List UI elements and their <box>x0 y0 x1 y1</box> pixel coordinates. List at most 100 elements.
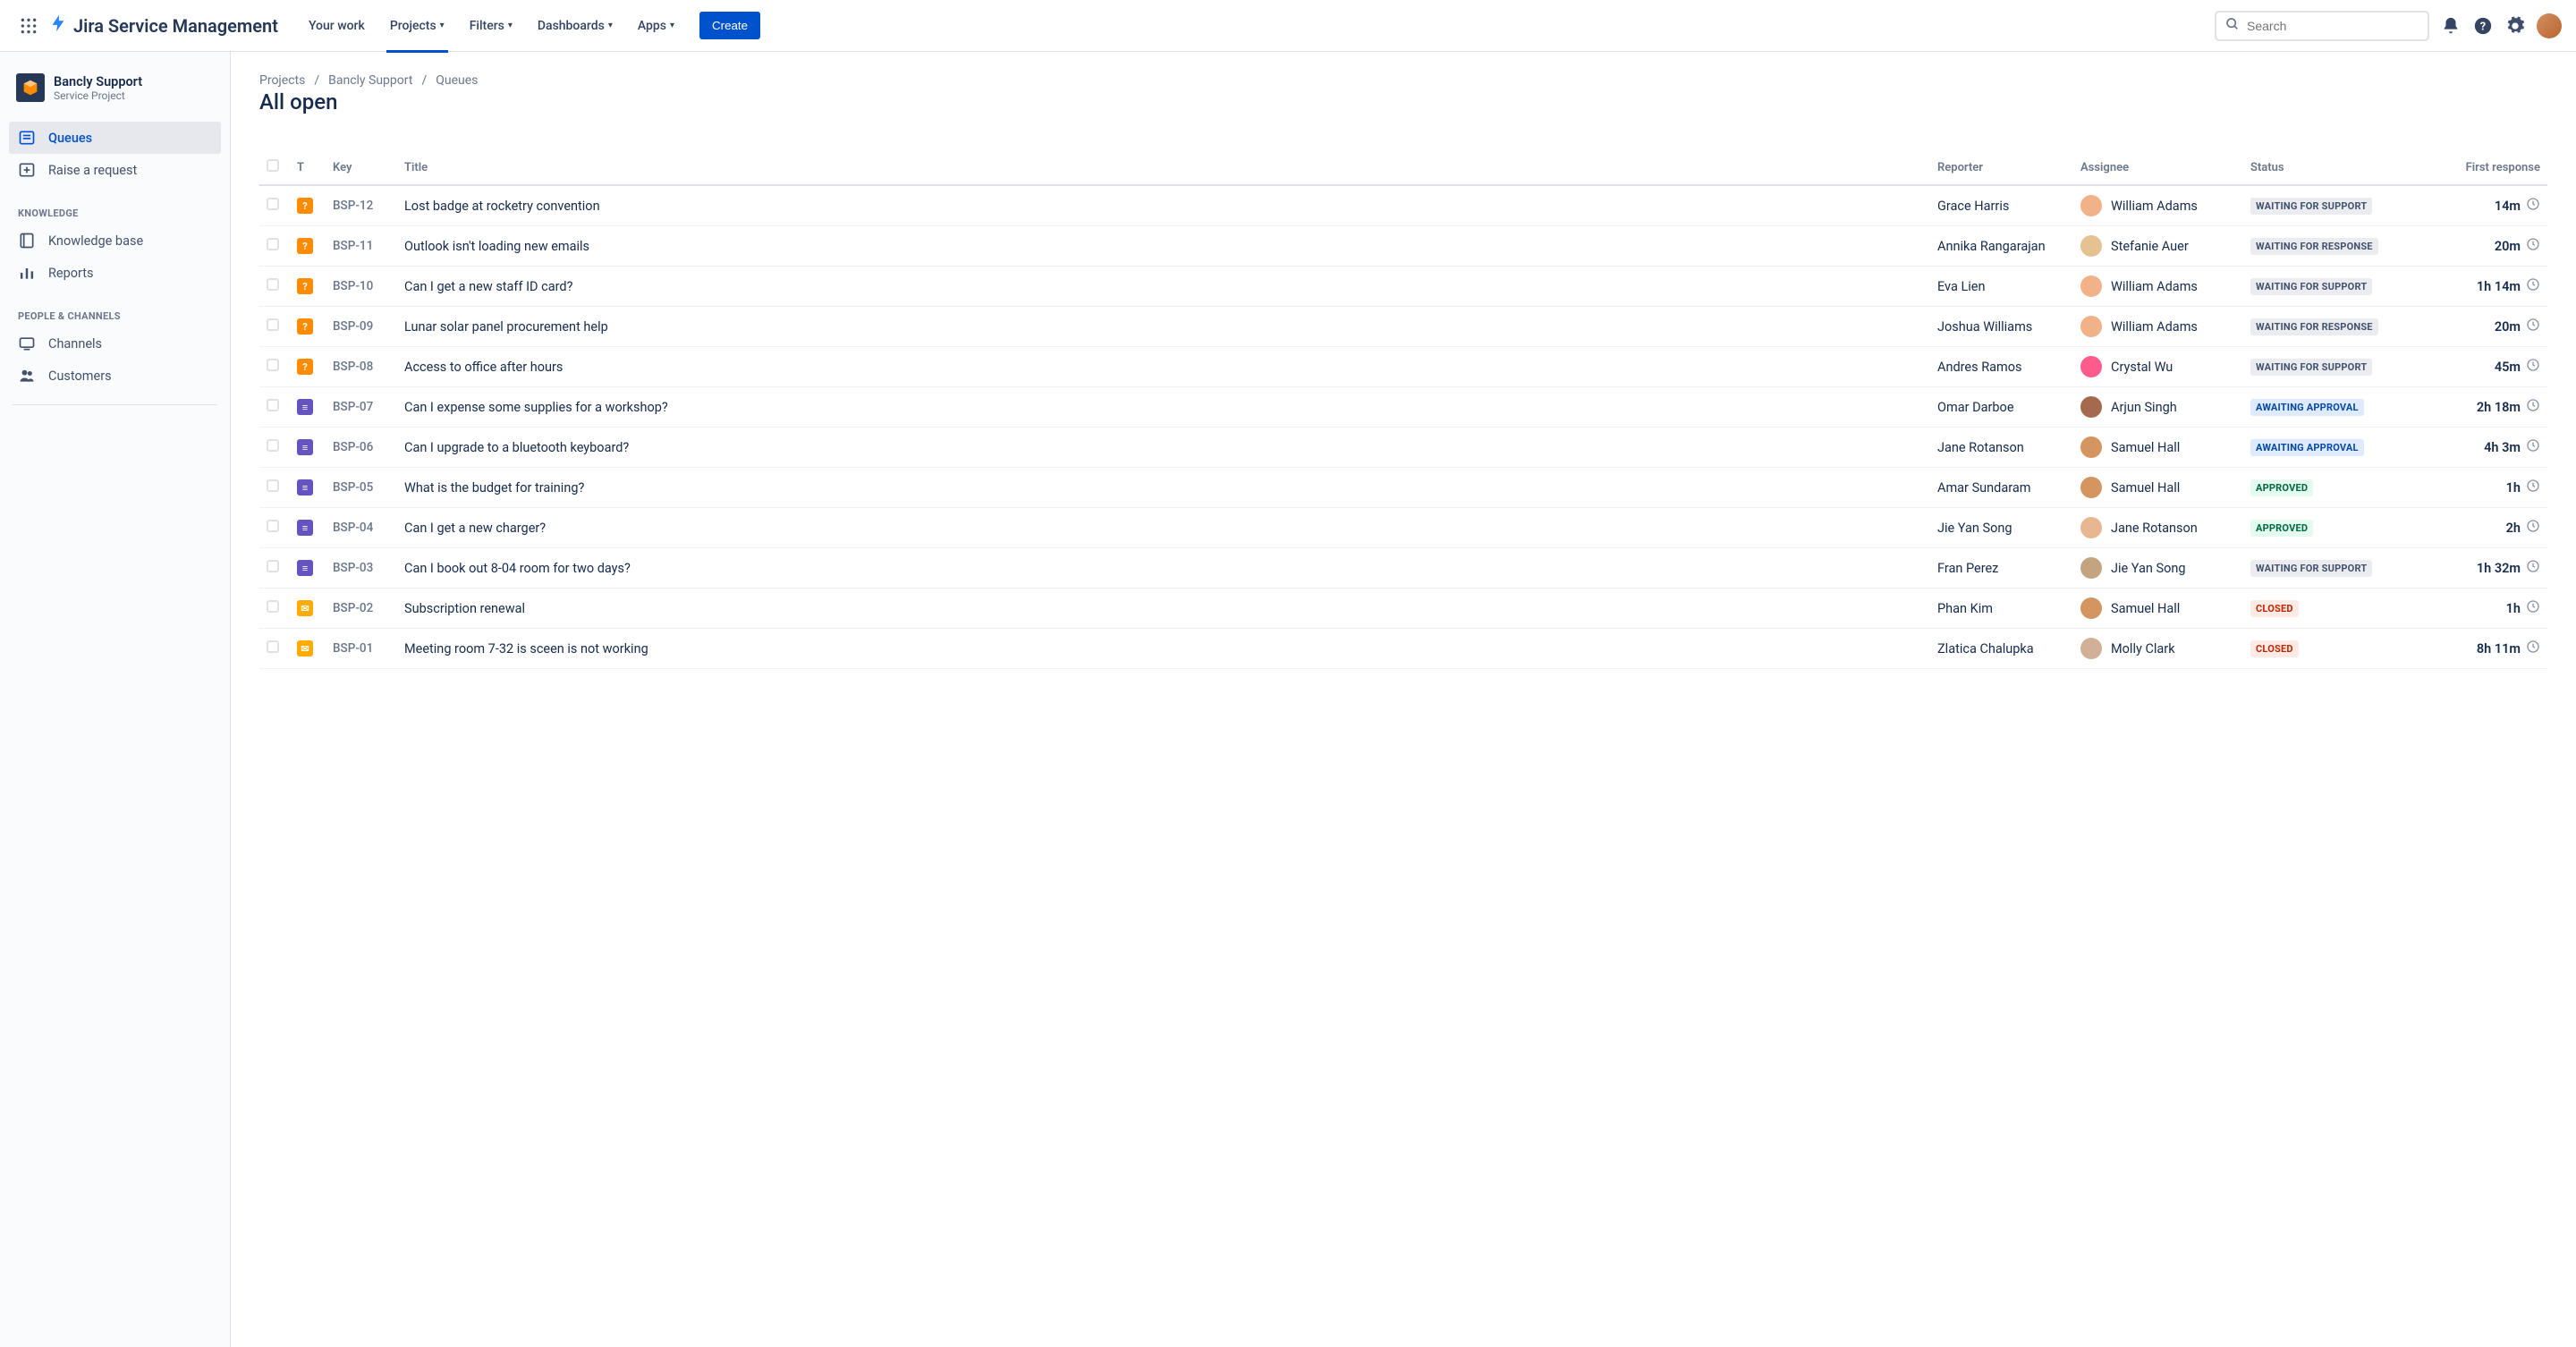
issue-title[interactable]: What is the budget for training? <box>397 468 1930 508</box>
table-row[interactable]: ?BSP-10Can I get a new staff ID card?Eva… <box>259 267 2547 307</box>
assignee-name: Samuel Hall <box>2111 480 2180 496</box>
issue-key[interactable]: BSP-07 <box>326 387 397 428</box>
reporter: Andres Ramos <box>1930 347 2073 387</box>
sidebar-item-queues[interactable]: Queues <box>9 122 221 154</box>
row-checkbox[interactable] <box>267 640 279 653</box>
table-row[interactable]: ✉BSP-02Subscription renewalPhan KimSamue… <box>259 589 2547 629</box>
row-checkbox[interactable] <box>267 560 279 572</box>
select-all-checkbox[interactable] <box>267 159 279 172</box>
sidebar-divider <box>13 404 217 405</box>
table-row[interactable]: ?BSP-11Outlook isn't loading new emailsA… <box>259 226 2547 267</box>
issue-key[interactable]: BSP-08 <box>326 347 397 387</box>
col-status[interactable]: Status <box>2243 150 2422 185</box>
col-key[interactable]: Key <box>326 150 397 185</box>
breadcrumb-item[interactable]: Bancly Support <box>328 73 412 88</box>
clock-icon <box>2526 438 2540 456</box>
sidebar: Bancly Support Service Project QueuesRai… <box>0 52 231 1347</box>
search-input-wrap[interactable] <box>2215 11 2429 41</box>
sidebar-item-reports[interactable]: Reports <box>9 257 221 289</box>
issue-key[interactable]: BSP-10 <box>326 267 397 307</box>
breadcrumb-item[interactable]: Projects <box>259 73 305 88</box>
row-checkbox[interactable] <box>267 359 279 371</box>
status-badge: AWAITING APPROVAL <box>2250 399 2364 416</box>
project-header[interactable]: Bancly Support Service Project <box>9 73 221 122</box>
issue-title[interactable]: Subscription renewal <box>397 589 1930 629</box>
issue-title[interactable]: Can I expense some supplies for a worksh… <box>397 387 1930 428</box>
nav-apps[interactable]: Apps▾ <box>627 12 685 40</box>
clock-icon <box>2526 479 2540 496</box>
row-checkbox[interactable] <box>267 318 279 331</box>
chevron-down-icon: ▾ <box>440 21 445 30</box>
nav-dashboards[interactable]: Dashboards▾ <box>527 12 623 40</box>
row-checkbox[interactable] <box>267 278 279 291</box>
issue-key[interactable]: BSP-09 <box>326 307 397 347</box>
profile-avatar[interactable] <box>2537 13 2562 38</box>
app-switcher-icon[interactable] <box>14 12 43 40</box>
row-checkbox[interactable] <box>267 520 279 532</box>
product-logo[interactable]: Jira Service Management <box>48 13 278 38</box>
issue-key[interactable]: BSP-12 <box>326 185 397 226</box>
project-name: Bancly Support <box>54 74 142 89</box>
issue-type-icon: ? <box>297 318 313 335</box>
breadcrumb-item[interactable]: Queues <box>436 73 478 88</box>
issue-key[interactable]: BSP-01 <box>326 629 397 669</box>
issue-title[interactable]: Can I get a new staff ID card? <box>397 267 1930 307</box>
notifications-icon[interactable] <box>2440 15 2462 37</box>
nav-filters[interactable]: Filters▾ <box>459 12 523 40</box>
col-title[interactable]: Title <box>397 150 1930 185</box>
col-reporter[interactable]: Reporter <box>1930 150 2073 185</box>
first-response-time: 4h 3m <box>2484 440 2521 455</box>
col-first-response[interactable]: First response <box>2422 150 2547 185</box>
sidebar-item-customers[interactable]: Customers <box>9 360 221 392</box>
table-row[interactable]: ≡BSP-06Can I upgrade to a bluetooth keyb… <box>259 428 2547 468</box>
assignee-name: Jane Rotanson <box>2111 521 2198 536</box>
issue-title[interactable]: Lunar solar panel procurement help <box>397 307 1930 347</box>
table-row[interactable]: ✉BSP-01Meeting room 7-32 is sceen is not… <box>259 629 2547 669</box>
table-row[interactable]: ?BSP-08Access to office after hoursAndre… <box>259 347 2547 387</box>
issue-title[interactable]: Can I upgrade to a bluetooth keyboard? <box>397 428 1930 468</box>
sidebar-item-knowledge-base[interactable]: Knowledge base <box>9 224 221 257</box>
issue-title[interactable]: Can I book out 8-04 room for two days? <box>397 548 1930 589</box>
issue-key[interactable]: BSP-02 <box>326 589 397 629</box>
create-button[interactable]: Create <box>699 12 760 39</box>
row-checkbox[interactable] <box>267 399 279 411</box>
sidebar-item-raise-a-request[interactable]: Raise a request <box>9 154 221 186</box>
issue-title[interactable]: Outlook isn't loading new emails <box>397 226 1930 267</box>
col-assignee[interactable]: Assignee <box>2073 150 2243 185</box>
issue-key[interactable]: BSP-05 <box>326 468 397 508</box>
issue-title[interactable]: Access to office after hours <box>397 347 1930 387</box>
sidebar-item-channels[interactable]: Channels <box>9 327 221 360</box>
assignee-avatar <box>2080 396 2102 418</box>
issue-key[interactable]: BSP-11 <box>326 226 397 267</box>
settings-icon[interactable] <box>2504 15 2526 37</box>
row-checkbox[interactable] <box>267 479 279 492</box>
issue-title[interactable]: Meeting room 7-32 is sceen is not workin… <box>397 629 1930 669</box>
page-title: All open <box>259 89 2547 114</box>
assignee-name: Crystal Wu <box>2111 360 2173 375</box>
table-row[interactable]: ≡BSP-03Can I book out 8-04 room for two … <box>259 548 2547 589</box>
help-icon[interactable]: ? <box>2472 15 2494 37</box>
assignee-avatar <box>2080 597 2102 619</box>
nav-projects[interactable]: Projects ▾ <box>379 12 455 40</box>
search-input[interactable] <box>2247 19 2419 33</box>
row-checkbox[interactable] <box>267 600 279 613</box>
issue-key[interactable]: BSP-04 <box>326 508 397 548</box>
issue-key[interactable]: BSP-06 <box>326 428 397 468</box>
row-checkbox[interactable] <box>267 198 279 210</box>
assignee-avatar <box>2080 557 2102 579</box>
table-row[interactable]: ?BSP-12Lost badge at rocketry convention… <box>259 185 2547 226</box>
table-row[interactable]: ? BSP-09Lunar solar panel procurement hel… <box>259 307 2547 347</box>
table-row[interactable]: ≡BSP-07Can I expense some supplies for a… <box>259 387 2547 428</box>
row-checkbox[interactable] <box>267 439 279 452</box>
issue-title[interactable]: Lost badge at rocketry convention <box>397 185 1930 226</box>
issue-title[interactable]: Can I get a new charger? <box>397 508 1930 548</box>
nav-label: Projects <box>390 19 436 33</box>
row-checkbox[interactable] <box>267 238 279 250</box>
issue-key[interactable]: BSP-03 <box>326 548 397 589</box>
nav-your-work[interactable]: Your work <box>298 12 376 40</box>
first-response-time: 1h 14m <box>2477 279 2521 294</box>
table-row[interactable]: ≡BSP-05What is the budget for training?A… <box>259 468 2547 508</box>
clock-icon <box>2526 358 2540 376</box>
col-type[interactable]: T <box>290 150 326 185</box>
table-row[interactable]: ≡BSP-04Can I get a new charger?Jie Yan S… <box>259 508 2547 548</box>
